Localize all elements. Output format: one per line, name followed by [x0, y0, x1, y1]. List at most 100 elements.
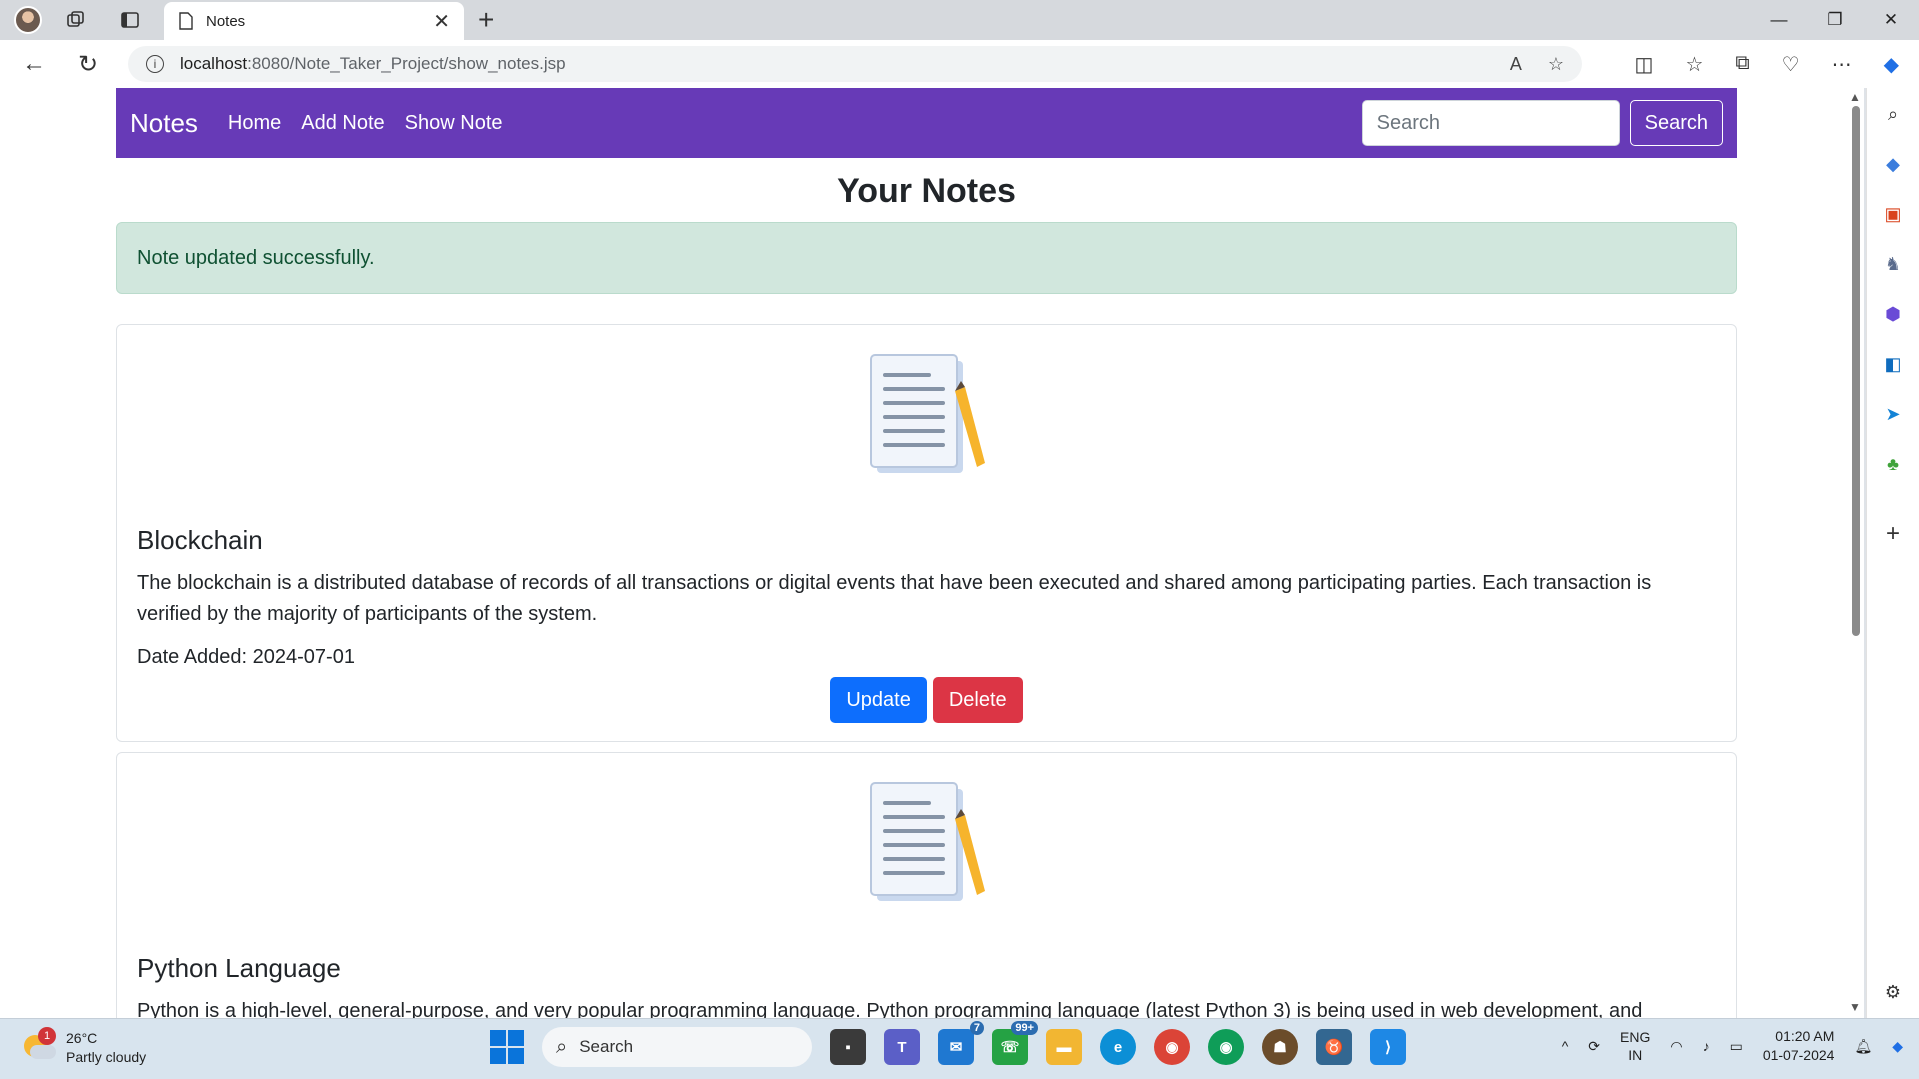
weather-widget[interactable]: 1 26°C Partly cloudy	[22, 1027, 147, 1067]
wifi-icon[interactable]: ◠	[1670, 1038, 1682, 1055]
navbar-search-form: Search	[1361, 100, 1723, 146]
temperature: 26°C	[66, 1030, 98, 1046]
search-glass-icon: ⌕	[556, 1035, 568, 1058]
site-info-icon[interactable]: i	[146, 55, 164, 73]
nav-link-show-note[interactable]: Show Note	[405, 112, 503, 135]
page-icon	[179, 12, 193, 30]
window-controls: — ❐ ✕	[1751, 0, 1919, 40]
tree-icon[interactable]: ♣	[1881, 452, 1905, 476]
scrollbar-thumb[interactable]	[1852, 106, 1860, 636]
send-icon[interactable]: ➤	[1881, 402, 1905, 426]
outlook-icon[interactable]: ◧	[1881, 352, 1905, 376]
add-sidebar-app-icon[interactable]: +	[1881, 520, 1905, 547]
copilot-taskbar-icon[interactable]: ◆	[1892, 1038, 1903, 1055]
language-indicator[interactable]: ENG IN	[1620, 1028, 1650, 1064]
taskbar-apps: ⌕ Search ▪ T ✉ 7 ☏ 99+ ▬ e ◉ ◉ ☗ ♉ ⟩	[490, 1021, 1406, 1067]
top-navbar: Notes Home Add Note Show Note Search	[116, 88, 1737, 158]
refresh-icon[interactable]: ↻	[78, 50, 98, 79]
search-input[interactable]	[1361, 100, 1620, 146]
weather-badge: 1	[38, 1027, 56, 1045]
sync-icon[interactable]: ⟳	[1588, 1038, 1600, 1055]
url-text: localhost:8080/Note_Taker_Project/show_n…	[180, 54, 566, 73]
browser-essentials-icon[interactable]: ♡	[1782, 52, 1800, 77]
profile-avatar[interactable]	[14, 6, 42, 34]
games-icon[interactable]: ♞	[1881, 252, 1905, 276]
settings-gear-icon[interactable]: ⚙	[1881, 980, 1905, 1004]
favorites-icon[interactable]: ☆	[1685, 52, 1703, 77]
restore-button[interactable]: ❐	[1807, 0, 1863, 40]
vertical-tabs-icon[interactable]	[118, 8, 142, 32]
minimize-button[interactable]: —	[1751, 0, 1807, 40]
tomcat-icon[interactable]: ☗	[1262, 1029, 1298, 1065]
note-card: Python Language Python is a high-level, …	[116, 752, 1737, 1018]
read-aloud-icon[interactable]: A	[1510, 54, 1522, 75]
nav-link-home[interactable]: Home	[228, 112, 281, 135]
whatsapp-count: 99+	[1011, 1021, 1038, 1035]
note-content: The blockchain is a distributed database…	[137, 572, 1652, 625]
copilot-icon[interactable]: ◆	[1884, 52, 1899, 77]
navbar-brand[interactable]: Notes	[130, 108, 198, 139]
browser-tab-bar: Notes ✕ + — ❐ ✕	[0, 0, 1919, 40]
note-actions: Update Delete	[137, 677, 1716, 723]
volume-icon[interactable]: ♪	[1703, 1038, 1710, 1054]
page-container: Notes Home Add Note Show Note Search You…	[116, 88, 1737, 1018]
battery-icon[interactable]: ▭	[1730, 1038, 1743, 1055]
note-title: Blockchain	[137, 525, 263, 555]
windows-taskbar: 1 26°C Partly cloudy ⌕ Search ▪ T ✉ 7 ☏ 99…	[0, 1018, 1919, 1079]
task-view-icon[interactable]: ▪	[830, 1029, 866, 1065]
tab-title: Notes	[206, 12, 246, 30]
scroll-down-arrow-icon[interactable]: ▼	[1849, 1000, 1861, 1014]
mail-icon[interactable]: ✉ 7	[938, 1021, 984, 1065]
search-icon[interactable]: ⌕	[1881, 102, 1905, 126]
weather-description: Partly cloudy	[66, 1049, 147, 1065]
delete-button[interactable]: Delete	[932, 677, 1023, 723]
note-date: Date Added: 2024-07-01	[137, 646, 355, 668]
chrome-profile-icon[interactable]: ◉	[1208, 1029, 1244, 1065]
page-scrollbar[interactable]: ▲ ▼	[1846, 88, 1864, 1018]
shopping-tag-icon[interactable]: ◆	[1881, 152, 1905, 176]
more-menu-icon[interactable]: ⋯	[1832, 52, 1852, 77]
update-button[interactable]: Update	[830, 677, 927, 723]
search-button[interactable]: Search	[1629, 100, 1723, 146]
teams-icon[interactable]: T	[884, 1029, 920, 1065]
clock[interactable]: 01:20 AM 01-07-2024	[1763, 1027, 1835, 1065]
system-tray: ^ ⟳ ENG IN ◠ ♪ ▭ 01:20 AM 01-07-2024 🔔︎ …	[1562, 1027, 1903, 1065]
close-window-button[interactable]: ✕	[1863, 0, 1919, 40]
vscode-icon[interactable]: ⟩	[1370, 1029, 1406, 1065]
edge-browser-icon[interactable]: e	[1100, 1029, 1136, 1065]
edge-sidebar: ⌕ ◆ ▣ ♞ ⬢ ◧ ➤ ♣ + ⚙	[1866, 88, 1919, 1018]
chrome-icon[interactable]: ◉	[1154, 1029, 1190, 1065]
page-title: Your Notes	[837, 172, 1016, 210]
close-tab-icon[interactable]: ✕	[433, 9, 450, 34]
favorite-star-icon[interactable]: ☆	[1548, 54, 1564, 75]
mail-count: 7	[969, 1021, 984, 1035]
address-bar[interactable]: i localhost:8080/Note_Taker_Project/show…	[128, 46, 1582, 82]
nav-link-add-note[interactable]: Add Note	[301, 112, 384, 135]
taskbar-search[interactable]: ⌕ Search	[542, 1027, 812, 1067]
note-title: Python Language	[137, 953, 341, 983]
note-content: Python is a high-level, general-purpose,…	[137, 1000, 1643, 1018]
notification-bell-icon[interactable]: 🔔︎	[1854, 1038, 1872, 1055]
tab-notes[interactable]: Notes ✕	[164, 2, 464, 40]
file-explorer-icon[interactable]: ▬	[1046, 1029, 1082, 1065]
back-arrow-icon[interactable]: ←	[22, 50, 46, 78]
note-card: Blockchain The blockchain is a distribut…	[116, 324, 1737, 742]
address-toolbar: ← ↻ i localhost:8080/Note_Taker_Project/…	[0, 40, 1919, 88]
scroll-up-arrow-icon[interactable]: ▲	[1849, 90, 1861, 104]
whatsapp-icon[interactable]: ☏ 99+	[992, 1021, 1038, 1065]
success-alert: Note updated successfully.	[116, 222, 1737, 294]
tools-icon[interactable]: ▣	[1881, 202, 1905, 226]
postgresql-icon[interactable]: ♉	[1316, 1029, 1352, 1065]
notepad-icon	[869, 354, 985, 473]
split-screen-icon[interactable]: ◫	[1635, 52, 1654, 77]
taskbar-search-label: Search	[579, 1037, 634, 1056]
new-tab-button[interactable]: +	[478, 4, 494, 36]
microsoft-365-icon[interactable]: ⬢	[1881, 302, 1905, 326]
show-hidden-icons-icon[interactable]: ^	[1562, 1038, 1569, 1054]
page-viewport: Notes Home Add Note Show Note Search You…	[0, 88, 1864, 1018]
collections-icon[interactable]: ⧉	[1735, 52, 1749, 77]
workspaces-icon[interactable]	[64, 8, 88, 32]
windows-start-icon[interactable]	[490, 1030, 524, 1064]
weather-icon: 1	[22, 1027, 56, 1063]
notepad-icon	[869, 782, 985, 901]
